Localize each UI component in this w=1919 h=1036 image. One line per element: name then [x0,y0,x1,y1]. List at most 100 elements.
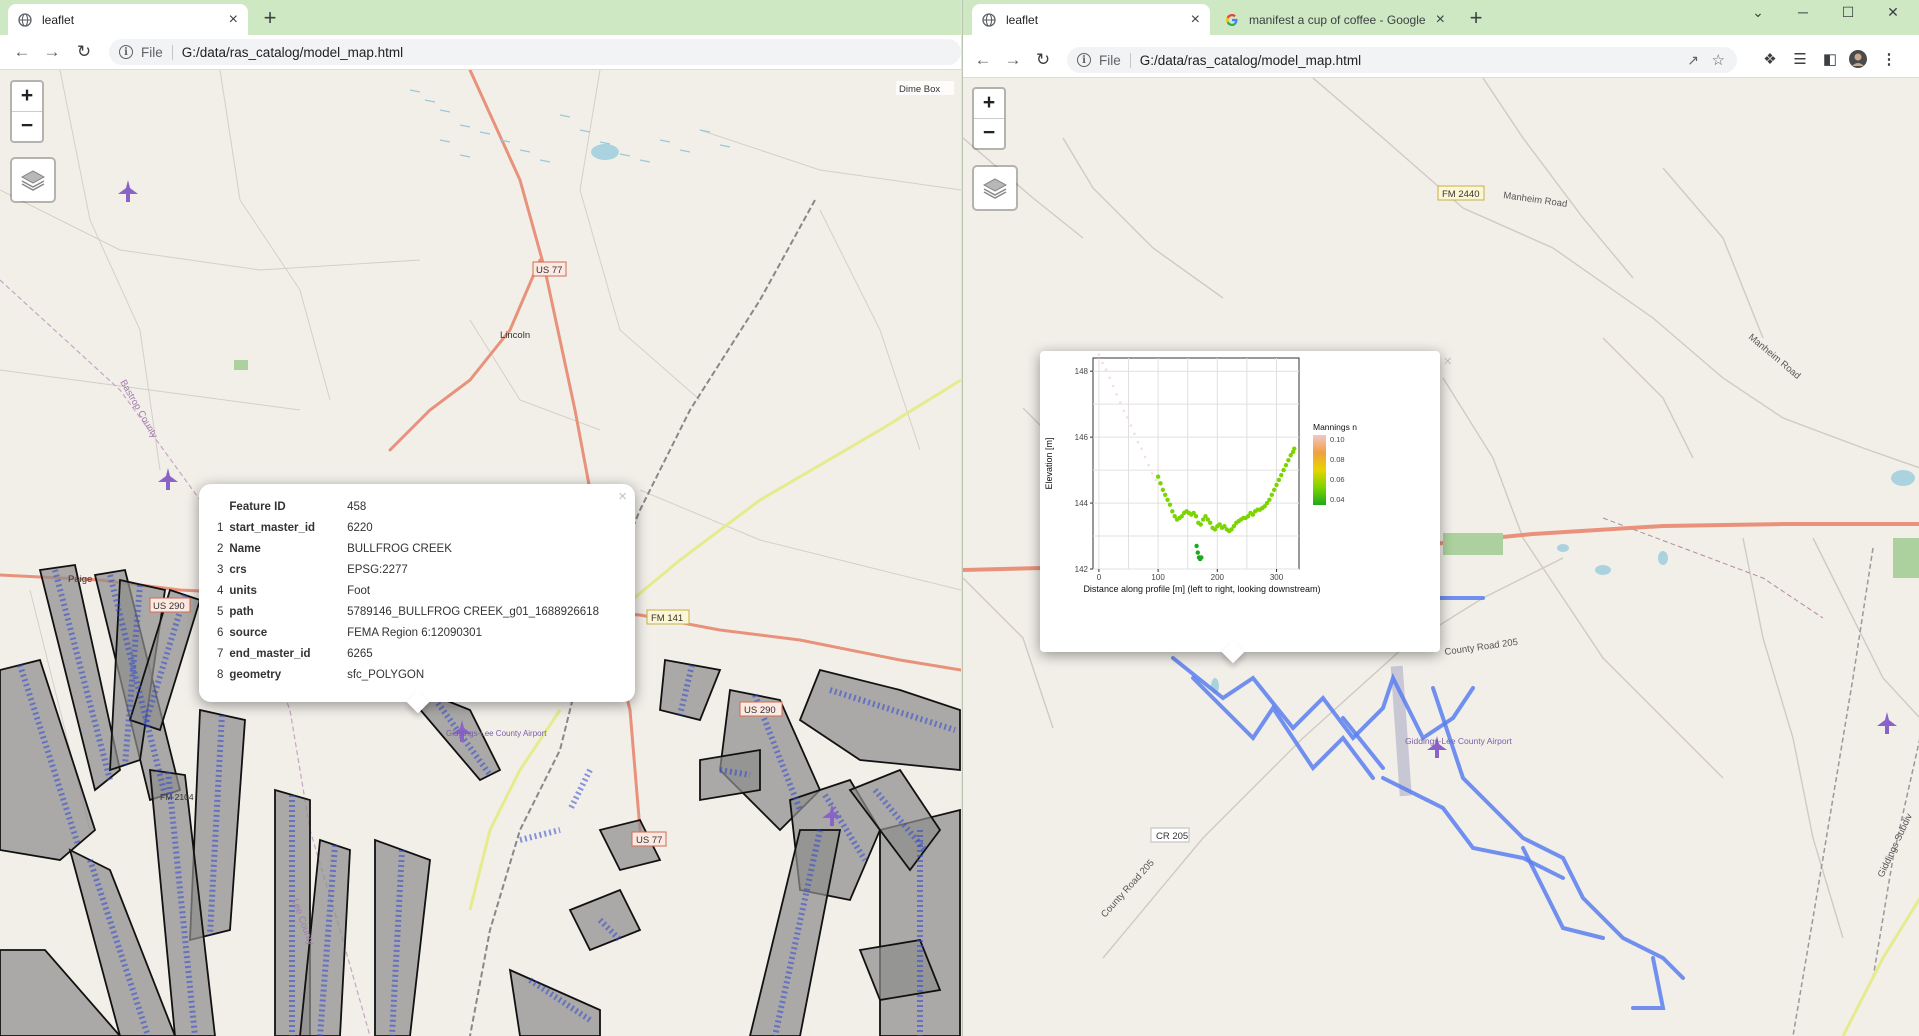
info-icon[interactable]: i [1077,53,1091,67]
row-key: units [229,584,257,597]
y-tick-label: 148 [1075,367,1089,376]
data-point [1129,424,1133,427]
data-point [1279,472,1284,478]
map-label-us290-west: US 290 [153,601,185,612]
layers-icon [982,178,1008,199]
table-row: 7 end_master_id 6265 [213,643,603,664]
x-axis-label: Distance along profile [m] (left to righ… [1083,584,1320,594]
zoom-in-button[interactable]: + [12,82,42,111]
map-label-fm2104: FM 2104 [160,792,194,802]
header-key: Feature ID [229,500,286,513]
table-row: 2 Name BULLFROG CREEK [213,538,603,559]
globe-icon [982,12,996,27]
data-point [1163,492,1168,498]
share-icon[interactable]: ↗ [1687,52,1699,69]
legend-title: Mannings n [1313,422,1357,432]
reload-icon[interactable]: ↻ [1031,48,1055,72]
back-arrow-icon[interactable]: ← [10,40,34,64]
map-label-fm141: FM 141 [651,613,683,624]
reload-icon[interactable]: ↻ [72,40,96,64]
bookmark-star-icon[interactable]: ☆ [1712,51,1725,69]
address-bar[interactable]: i File G:/data/ras_catalog/model_map.htm… [109,39,961,65]
left-map-viewport[interactable]: Dime Box US 77 Lincoln Bastrop County Pa… [0,70,961,1036]
table-row: 3 crs EPSG:2277 [213,559,603,580]
maximize-button[interactable]: ☐ [1833,4,1863,21]
row-value: 6265 [347,647,373,660]
layers-control-button[interactable] [972,165,1018,211]
table-row: 1 start_master_id 6220 [213,517,603,538]
tab-close-icon[interactable]: × [229,11,238,28]
data-point [1195,550,1200,555]
tab-leaflet[interactable]: leaflet × [972,4,1210,35]
tab-close-icon[interactable]: × [1436,11,1445,28]
row-key: path [229,605,254,618]
row-number: 3 [217,563,224,576]
map-label-dime-box: Dime Box [899,84,940,95]
data-point [1126,416,1129,419]
data-point [1267,497,1272,502]
layers-control-button[interactable] [10,157,56,203]
tab-search-icon[interactable]: ⌄ [1743,4,1773,21]
left-browser-window: leaflet × + ← → ↻ i File G:/data/ras_cat… [0,0,961,1036]
row-value: 5789146_BULLFROG CREEK_g01_1688926618 [347,605,599,618]
side-panel-icon[interactable]: ◧ [1819,49,1841,71]
map-label-us77-north: US 77 [536,265,562,276]
zoom-out-button[interactable]: − [974,118,1004,148]
y-tick-label: 142 [1075,565,1089,574]
data-point [1165,497,1170,502]
data-point [1194,543,1199,549]
avatar[interactable] [1847,49,1869,71]
tab-title: leaflet [42,12,75,27]
data-point [1283,462,1289,468]
address-url: G:/data/ras_catalog/model_map.html [1139,52,1362,68]
info-icon[interactable]: i [119,45,133,59]
attribute-table: Feature ID 458 1 start_master_id 6220 2 … [213,496,603,685]
tab-title: leaflet [1006,12,1039,27]
more-menu-icon[interactable]: ⋮ [1878,49,1900,71]
address-bar[interactable]: i File G:/data/ras_catalog/model_map.htm… [1067,47,1737,73]
x-tick-label: 300 [1270,573,1284,582]
data-point [1199,555,1204,560]
tab-close-icon[interactable]: × [1191,11,1200,28]
data-point [1167,502,1173,507]
row-number: 1 [217,521,224,534]
cross-section-chart: 0 100 200 300 142 144 146 148 Distance along pro… [1044,353,1357,594]
x-tick-label: 200 [1211,573,1225,582]
row-number: 8 [217,668,224,681]
table-row: 5 path 5789146_BULLFROG CREEK_g01_168892… [213,601,603,622]
y-tick-label: 144 [1075,499,1089,508]
table-row: 4 units Foot [213,580,603,601]
map-label-us290-east: US 290 [744,705,776,716]
tab-google-search[interactable]: manifest a cup of coffee - Google × [1215,4,1455,35]
media-control-icon[interactable]: ☰ [1789,49,1811,71]
tab-leaflet[interactable]: leaflet × [8,4,248,35]
zoom-in-button[interactable]: + [974,89,1004,118]
map-label-lincoln: Lincoln [500,330,530,341]
extensions-puzzle-icon[interactable]: ❖ [1759,49,1781,71]
y-tick-label: 146 [1075,433,1089,442]
forward-arrow-icon[interactable]: → [1001,48,1025,72]
popup-close-icon[interactable]: × [1443,353,1452,370]
new-tab-button[interactable]: + [257,6,283,32]
left-zoom-control: + − [10,80,44,143]
close-window-button[interactable]: ✕ [1878,4,1908,21]
legend-tick-label: 0.06 [1330,475,1345,484]
attribute-table-header: Feature ID 458 [213,496,603,517]
data-point [1198,522,1203,527]
zoom-out-button[interactable]: − [12,111,42,141]
table-row: 8 geometry sfc_POLYGON [213,664,603,685]
right-map-viewport[interactable]: FM 2440 Manheim Road Manheim Road County… [963,78,1919,1036]
address-url: G:/data/ras_catalog/model_map.html [181,44,404,60]
minimize-button[interactable]: ─ [1788,4,1818,20]
forward-arrow-icon[interactable]: → [40,40,64,64]
data-point [1154,478,1158,482]
row-value: FEMA Region 6:12090301 [347,626,482,639]
data-point [1281,467,1286,473]
map-label-us77-south: US 77 [636,835,662,846]
popup-close-icon[interactable]: × [618,488,627,505]
map-label-paige: Paige [68,574,92,585]
new-tab-button[interactable]: + [1463,6,1489,32]
data-point [1274,482,1279,488]
data-point [1108,376,1111,380]
back-arrow-icon[interactable]: ← [971,48,995,72]
